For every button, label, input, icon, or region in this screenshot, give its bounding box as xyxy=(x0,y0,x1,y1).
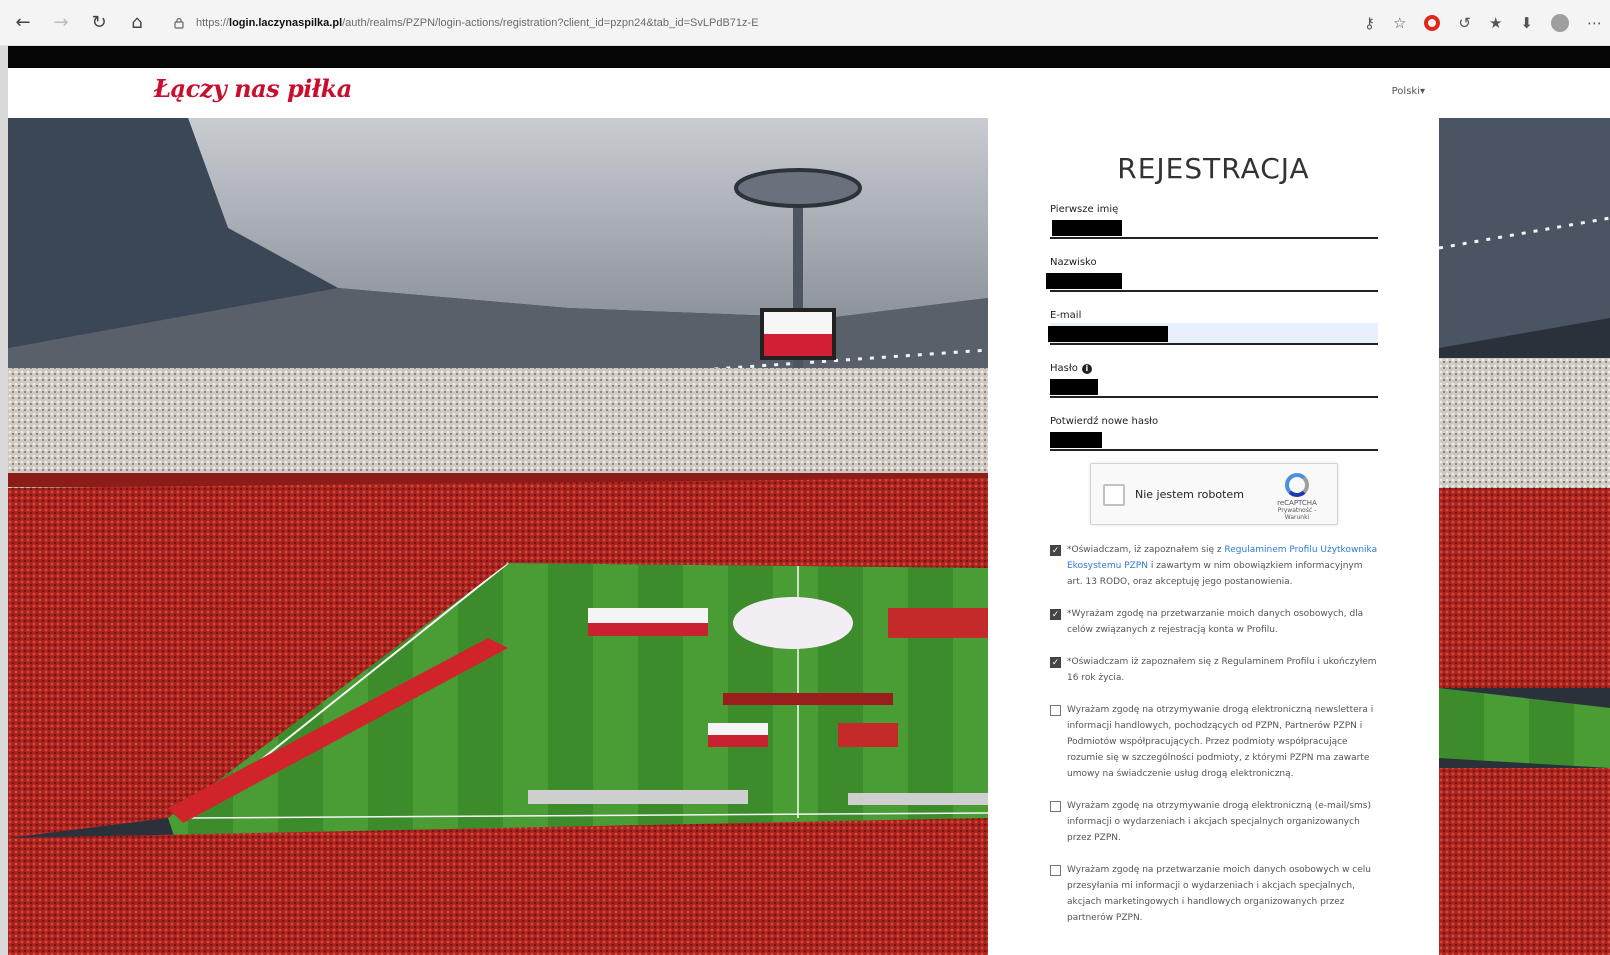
key-icon[interactable]: ⚷ xyxy=(1364,14,1375,32)
consent-item: Wyrażam zgodę na otrzymywanie drogą elek… xyxy=(1050,798,1380,846)
first-name-label: Pierwsze imię xyxy=(1050,204,1119,215)
toolbar-actions: ⚷ ☆ ↺ ★ ⬇ ⋯ xyxy=(1364,10,1602,36)
page-title: REJESTRACJA xyxy=(1117,152,1310,185)
recaptcha-logo: reCAPTCHA Prywatność - Warunki xyxy=(1267,473,1327,521)
first-name-input[interactable] xyxy=(1050,217,1378,239)
favorite-add-icon[interactable]: ☆ xyxy=(1393,14,1406,32)
url-path: /auth/realms/PZPN/login-actions/registra… xyxy=(342,17,759,29)
profile-icon[interactable] xyxy=(1551,14,1569,32)
redacted-value xyxy=(1048,326,1168,342)
downloads-icon[interactable]: ⬇ xyxy=(1520,14,1533,32)
redacted-value xyxy=(1050,379,1098,395)
consent-checkbox[interactable] xyxy=(1050,801,1061,812)
stadium-photo-right xyxy=(1439,118,1610,955)
url-prefix: https:// xyxy=(196,17,230,29)
consent-item: ✓ *Oświadczam iż zapoznałem się z Regula… xyxy=(1050,654,1380,686)
back-icon[interactable]: ← xyxy=(8,8,38,38)
confirm-password-input[interactable] xyxy=(1050,429,1378,451)
consent-item: ✓ *Oświadczam, iż zapoznałem się z Regul… xyxy=(1050,542,1380,590)
redacted-value xyxy=(1052,220,1122,236)
consent-checkbox[interactable]: ✓ xyxy=(1050,657,1061,668)
recaptcha-links[interactable]: Prywatność - Warunki xyxy=(1267,507,1327,521)
consent-text: *Wyrażam zgodę na przetwarzanie moich da… xyxy=(1067,609,1364,635)
home-icon[interactable]: ⌂ xyxy=(122,8,152,38)
stadium-photo xyxy=(8,118,988,955)
recaptcha-brand: reCAPTCHA xyxy=(1277,499,1317,507)
redacted-value xyxy=(1046,273,1122,289)
info-icon[interactable]: i xyxy=(1081,363,1092,374)
consent-text: Wyrażam zgodę na otrzymywanie drogą elek… xyxy=(1067,801,1372,843)
reload-icon[interactable]: ↻ xyxy=(84,8,114,38)
site-header: Łączy nas piłka Polski▾ xyxy=(8,68,1610,118)
consent-text: *Oświadczam, iż zapoznałem się z Regulam… xyxy=(1067,542,1380,590)
recaptcha-icon xyxy=(1285,473,1309,497)
page-frame: Łączy nas piłka Polski▾ REJESTRACJA Pier… xyxy=(8,46,1610,955)
password-label: Hasło xyxy=(1050,363,1078,374)
consent-item: ✓ *Wyrażam zgodę na przetwarzanie moich … xyxy=(1050,606,1380,638)
site-logo[interactable]: Łączy nas piłka xyxy=(154,74,352,103)
consent-text: Wyrażam zgodę na przetwarzanie moich dan… xyxy=(1067,865,1371,923)
password-input[interactable] xyxy=(1050,376,1378,398)
browser-toolbar: ← → ↻ ⌂ https://login.laczynaspilka.pl/a… xyxy=(0,0,1610,46)
password-label-row: Hasło i xyxy=(1050,363,1378,374)
last-name-input[interactable] xyxy=(1046,270,1378,292)
consent-text-prefix: *Oświadczam, iż zapoznałem się z xyxy=(1067,545,1225,555)
consent-text: *Oświadczam iż zapoznałem się z Regulami… xyxy=(1067,657,1377,683)
recaptcha-checkbox[interactable] xyxy=(1103,484,1125,506)
stadium-illustration-right xyxy=(1439,118,1610,955)
email-label: E-mail xyxy=(1050,310,1082,321)
consent-checkbox[interactable] xyxy=(1050,705,1061,716)
registration-panel: REJESTRACJA Pierwsze imię Nazwisko E-mai… xyxy=(988,118,1439,955)
password-field: Hasło i xyxy=(1050,363,1378,398)
top-band xyxy=(8,46,1610,68)
confirm-password-label: Potwierdź nowe hasło xyxy=(1050,416,1159,427)
email-field: E-mail xyxy=(1048,310,1378,345)
last-name-field: Nazwisko xyxy=(1046,257,1378,292)
url-host: login.laczynaspilka.pl xyxy=(229,17,343,29)
first-name-field: Pierwsze imię xyxy=(1050,204,1378,239)
last-name-label: Nazwisko xyxy=(1050,257,1097,268)
consent-item: Wyrażam zgodę na przetwarzanie moich dan… xyxy=(1050,862,1380,926)
consent-text: Wyrażam zgodę na otrzymywanie drogą elek… xyxy=(1067,705,1374,779)
language-select[interactable]: Polski▾ xyxy=(1392,86,1425,97)
favorites-icon[interactable]: ★ xyxy=(1489,14,1502,32)
consent-checkbox[interactable]: ✓ xyxy=(1050,545,1061,556)
opera-icon[interactable] xyxy=(1424,15,1441,31)
email-input[interactable] xyxy=(1048,323,1378,345)
extension-icon[interactable]: ↺ xyxy=(1458,14,1471,32)
address-bar[interactable]: https://login.laczynaspilka.pl/auth/real… xyxy=(172,9,1302,37)
consent-item: Wyrażam zgodę na otrzymywanie drogą elek… xyxy=(1050,702,1380,782)
redacted-value xyxy=(1050,432,1102,448)
stadium-illustration xyxy=(8,118,988,955)
recaptcha-label: Nie jestem robotem xyxy=(1135,488,1244,501)
forward-icon[interactable]: → xyxy=(46,8,76,38)
recaptcha-widget: Nie jestem robotem reCAPTCHA Prywatność … xyxy=(1090,463,1338,525)
consent-checkbox[interactable] xyxy=(1050,865,1061,876)
confirm-password-field: Potwierdź nowe hasło xyxy=(1050,416,1378,451)
consent-checkbox[interactable]: ✓ xyxy=(1050,609,1061,620)
more-icon[interactable]: ⋯ xyxy=(1587,14,1602,32)
lock-icon[interactable] xyxy=(172,16,186,30)
